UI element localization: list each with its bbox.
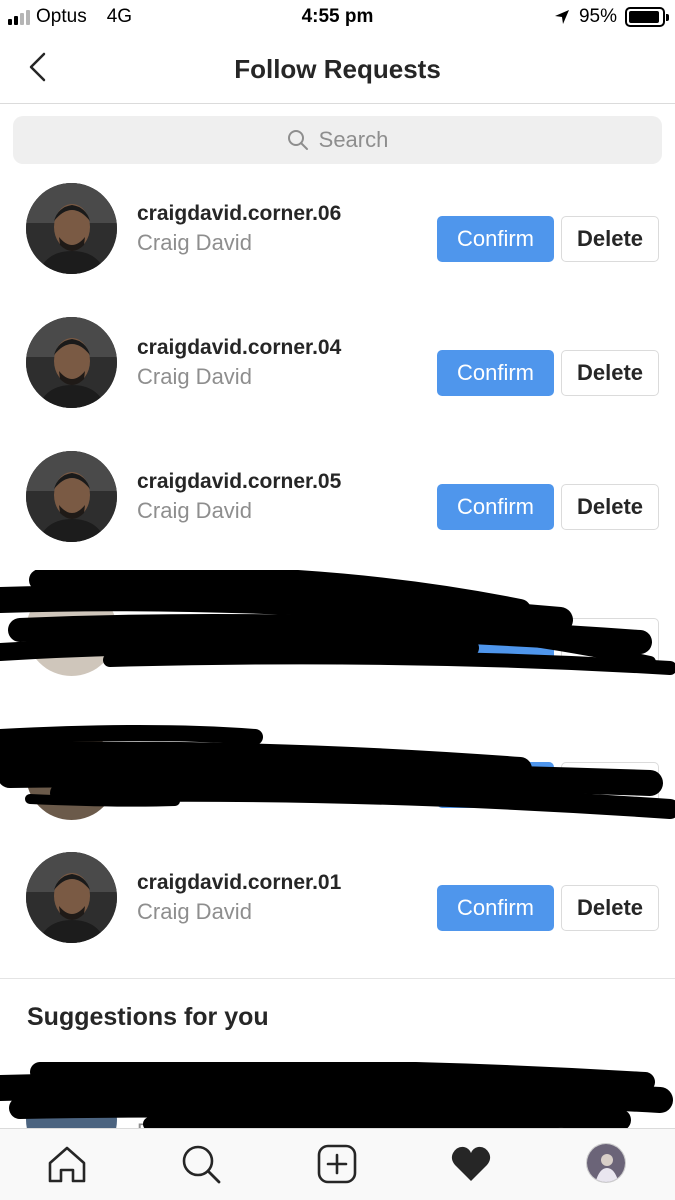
request-row-redacted bbox=[0, 566, 675, 700]
confirm-button[interactable]: Confirm bbox=[437, 484, 554, 530]
delete-button[interactable]: Delete bbox=[561, 885, 659, 931]
status-right: 95% bbox=[553, 6, 669, 28]
avatar[interactable] bbox=[26, 183, 117, 274]
avatar[interactable] bbox=[26, 451, 117, 542]
battery-level bbox=[629, 11, 660, 23]
confirm-button[interactable]: Confirm bbox=[437, 350, 554, 396]
search-placeholder: Search bbox=[318, 127, 389, 152]
confirm-button[interactable] bbox=[437, 762, 554, 808]
battery-icon bbox=[625, 7, 669, 27]
section-divider bbox=[0, 978, 675, 979]
request-username[interactable]: craigdavid.corner.06 bbox=[137, 202, 341, 226]
request-full-name: Craig David bbox=[137, 498, 252, 523]
suggestion-row: Paul Napier bbox=[0, 1060, 675, 1130]
search-input[interactable]: Search bbox=[13, 116, 662, 164]
request-row: craigdavid.corner.04 Craig David Confirm… bbox=[0, 298, 675, 432]
add-post-icon[interactable] bbox=[314, 1141, 360, 1187]
request-username[interactable]: craigdavid.corner.04 bbox=[137, 336, 341, 360]
confirm-button[interactable] bbox=[437, 618, 554, 664]
home-icon[interactable] bbox=[44, 1141, 90, 1187]
location-arrow-icon bbox=[554, 10, 569, 24]
request-full-name: Craig David bbox=[137, 230, 252, 255]
page-title: Follow Requests bbox=[234, 54, 441, 84]
delete-button[interactable] bbox=[561, 618, 659, 664]
delete-button[interactable]: Delete bbox=[561, 484, 659, 530]
request-username[interactable]: craigdavid.corner.01 bbox=[137, 871, 341, 895]
delete-button[interactable]: Delete bbox=[561, 350, 659, 396]
request-full-name: Craig David bbox=[137, 899, 252, 924]
avatar[interactable] bbox=[26, 729, 117, 820]
avatar[interactable] bbox=[26, 317, 117, 408]
header: Follow Requests bbox=[0, 36, 675, 104]
request-row: craigdavid.corner.05 Craig David Confirm… bbox=[0, 432, 675, 566]
profile-photo bbox=[587, 1144, 625, 1182]
battery-percent: 95% bbox=[578, 6, 617, 27]
request-row-redacted bbox=[0, 710, 675, 844]
heart-icon[interactable] bbox=[448, 1141, 494, 1187]
request-full-name: Craig David bbox=[137, 364, 252, 389]
request-username[interactable]: craigdavid.corner.05 bbox=[137, 470, 341, 494]
confirm-button[interactable]: Confirm bbox=[437, 885, 554, 931]
person-photo bbox=[26, 183, 117, 274]
person-photo bbox=[26, 451, 117, 542]
delete-button[interactable]: Delete bbox=[561, 216, 659, 262]
search-icon[interactable] bbox=[178, 1141, 224, 1187]
request-row: craigdavid.corner.06 Craig David Confirm… bbox=[0, 164, 675, 298]
suggestions-heading: Suggestions for you bbox=[27, 1003, 269, 1031]
bottom-tab-bar bbox=[0, 1128, 675, 1200]
avatar[interactable] bbox=[26, 852, 117, 943]
profile-avatar[interactable] bbox=[586, 1143, 626, 1183]
confirm-button[interactable]: Confirm bbox=[437, 216, 554, 262]
request-row: craigdavid.corner.01 Craig David Confirm… bbox=[0, 833, 675, 967]
delete-button[interactable] bbox=[561, 762, 659, 808]
search-icon bbox=[287, 130, 308, 150]
avatar[interactable] bbox=[26, 1074, 117, 1130]
status-bar: Optus 4G 4:55 pm 95% bbox=[0, 0, 675, 36]
person-photo bbox=[26, 852, 117, 943]
avatar[interactable] bbox=[26, 585, 117, 676]
person-photo bbox=[26, 317, 117, 408]
